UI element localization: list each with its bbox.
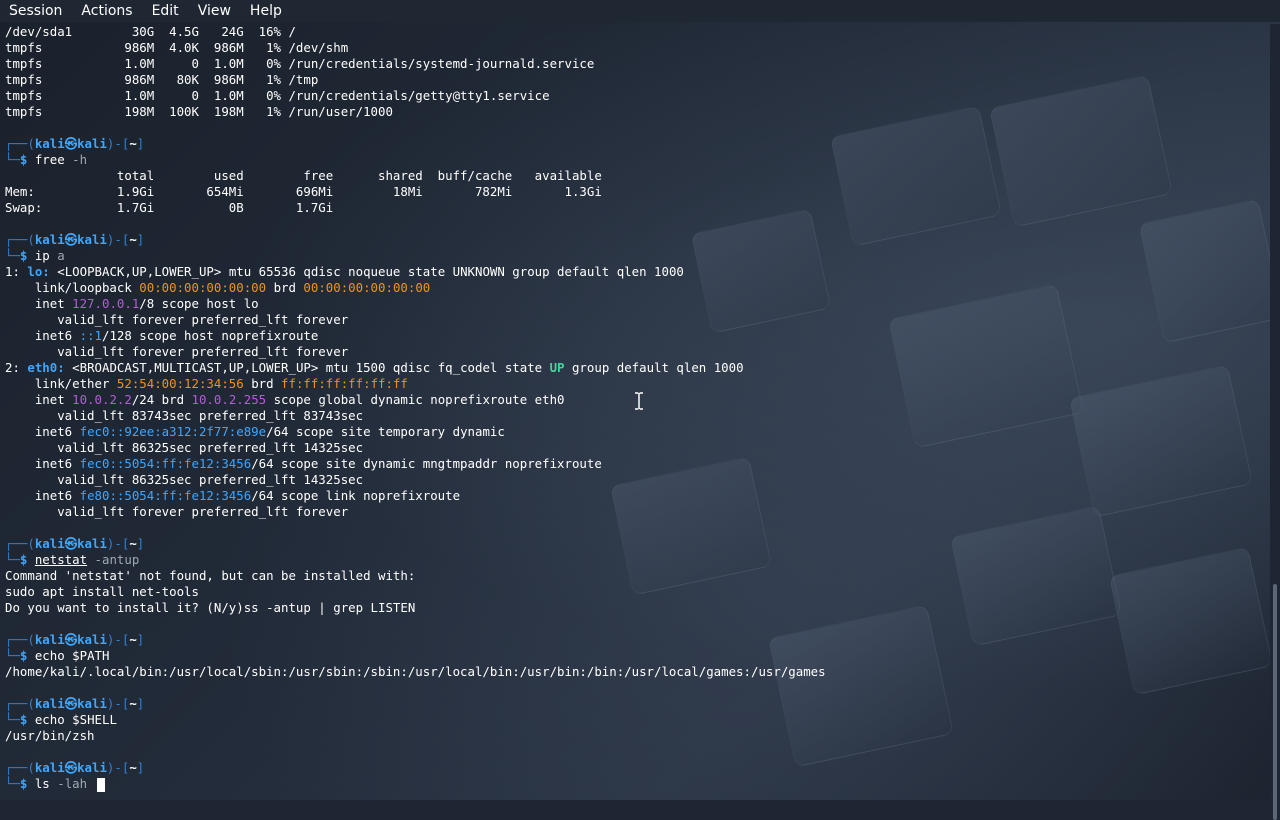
mac-address: 52:54:00:12:34:56 (116, 376, 244, 391)
ip-lo-link: link/loopback 00:00:00:00:00:00 brd 00:0… (5, 280, 431, 295)
ipv6-address: fec0::5054:ff:fe12:3456 (79, 456, 252, 471)
prompt-header: ┌──(kali㉿kali)-[~] (5, 136, 145, 151)
prompt-command: └─$ echo $SHELL (5, 712, 117, 727)
broadcast-address: 10.0.2.255 (191, 392, 267, 407)
interface-name: lo: (27, 264, 50, 279)
ip-lo-header: 1: lo: <LOOPBACK,UP,LOWER_UP> mtu 65536 … (5, 264, 684, 279)
df-row: tmpfs 1.0M 0 1.0M 0% /run/credentials/ge… (5, 88, 550, 103)
command-output: Do you want to install it? (N/y)ss -antu… (5, 600, 416, 615)
command-name: ls (34, 776, 50, 791)
command-name: netstat (34, 552, 88, 567)
command-name: echo (34, 648, 65, 663)
prompt-header: ┌──(kali㉿kali)-[~] (5, 232, 145, 247)
df-row: tmpfs 986M 80K 986M 1% /tmp (5, 72, 319, 87)
command-args: -h (72, 152, 88, 167)
ipv6-address: ::1 (79, 328, 102, 343)
ip-eth-header: 2: eth0: <BROADCAST,MULTICAST,UP,LOWER_U… (5, 360, 744, 375)
menu-session[interactable]: Session (0, 0, 72, 22)
current-prompt[interactable]: └─$ ls -lah (0, 776, 1270, 792)
state-up: UP (549, 360, 565, 375)
command-output: /usr/bin/zsh (5, 728, 95, 743)
ip-eth-link: link/ether 52:54:00:12:34:56 brd ff:ff:f… (5, 376, 408, 391)
terminal-scrollbar[interactable] (1270, 24, 1280, 820)
ip-eth-inet6: inet6 fec0::5054:ff:fe12:3456/64 scope s… (5, 456, 602, 471)
free-row: total used free shared buff/cache availa… (5, 168, 602, 183)
ipv6-address: fec0::92ee:a312:2f77:e89e (79, 424, 267, 439)
ip-valid-lft: valid_lft 83743sec preferred_lft 83743se… (5, 408, 364, 423)
command-args: $PATH (72, 648, 110, 663)
menu-help[interactable]: Help (241, 0, 292, 22)
mac-address: ff:ff:ff:ff:ff:ff (281, 376, 408, 391)
command-name: ip (34, 248, 50, 263)
ip-valid-lft: valid_lft forever preferred_lft forever (5, 312, 349, 327)
ipv4-address: 10.0.2.2 (72, 392, 132, 407)
menu-edit[interactable]: Edit (143, 0, 189, 22)
command-args: a (57, 248, 65, 263)
prompt-header: ┌──(kali㉿kali)-[~] (5, 536, 145, 551)
free-row: Mem: 1.9Gi 654Mi 696Mi 18Mi 782Mi 1.3Gi (5, 184, 602, 199)
prompt-command: └─$ free -h (5, 152, 88, 167)
command-output: /home/kali/.local/bin:/usr/local/sbin:/u… (5, 664, 826, 679)
ip-valid-lft: valid_lft forever preferred_lft forever (5, 504, 349, 519)
mac-address: 00:00:00:00:00:00 (139, 280, 267, 295)
ip-lo-inet: inet 127.0.0.1/8 scope host lo (5, 296, 259, 311)
ipv6-address: fe80::5054:ff:fe12:3456 (79, 488, 252, 503)
terminal-menubar: Session Actions Edit View Help (0, 0, 1280, 22)
command-output: Command 'netstat' not found, but can be … (5, 568, 416, 583)
interface-name: eth0: (27, 360, 65, 375)
df-row: tmpfs 986M 4.0K 986M 1% /dev/shm (5, 40, 349, 55)
scrollbar-thumb[interactable] (1273, 584, 1277, 820)
prompt-command: └─$ netstat -antup (5, 552, 140, 567)
free-row: Swap: 1.7Gi 0B 1.7Gi (5, 200, 334, 215)
ipv4-address: 127.0.0.1 (72, 296, 140, 311)
mouse-ibeam-cursor-icon (635, 392, 643, 410)
menu-view[interactable]: View (189, 0, 241, 22)
ip-lo-inet6: inet6 ::1/128 scope host noprefixroute (5, 328, 319, 343)
command-args: -lah (57, 776, 95, 791)
command-name: free (34, 152, 65, 167)
ip-eth-inet6: inet6 fe80::5054:ff:fe12:3456/64 scope l… (5, 488, 461, 503)
text-cursor (96, 777, 105, 792)
command-output: sudo apt install net-tools (5, 584, 199, 599)
df-row: tmpfs 1.0M 0 1.0M 0% /run/credentials/sy… (5, 56, 595, 71)
ip-valid-lft: valid_lft 86325sec preferred_lft 14325se… (5, 440, 364, 455)
command-name: echo (34, 712, 65, 727)
menu-actions[interactable]: Actions (72, 0, 142, 22)
command-args: -antup (94, 552, 140, 567)
prompt-command: └─$ echo $PATH (5, 648, 110, 663)
terminal-output[interactable]: /dev/sda1 30G 4.5G 24G 16% / tmpfs 986M … (0, 24, 1270, 800)
prompt-header: ┌──(kali㉿kali)-[~] (5, 760, 145, 775)
prompt-command: └─$ ip a (5, 248, 65, 263)
command-args: $SHELL (72, 712, 117, 727)
df-row: tmpfs 198M 100K 198M 1% /run/user/1000 (5, 104, 393, 119)
ip-eth-inet6: inet6 fec0::92ee:a312:2f77:e89e/64 scope… (5, 424, 505, 439)
prompt-header: ┌──(kali㉿kali)-[~] (5, 632, 145, 647)
df-row: /dev/sda1 30G 4.5G 24G 16% / (5, 24, 296, 39)
mac-address: 00:00:00:00:00:00 (303, 280, 431, 295)
ip-valid-lft: valid_lft forever preferred_lft forever (5, 344, 349, 359)
ip-valid-lft: valid_lft 86325sec preferred_lft 14325se… (5, 472, 364, 487)
prompt-header: ┌──(kali㉿kali)-[~] (5, 696, 145, 711)
